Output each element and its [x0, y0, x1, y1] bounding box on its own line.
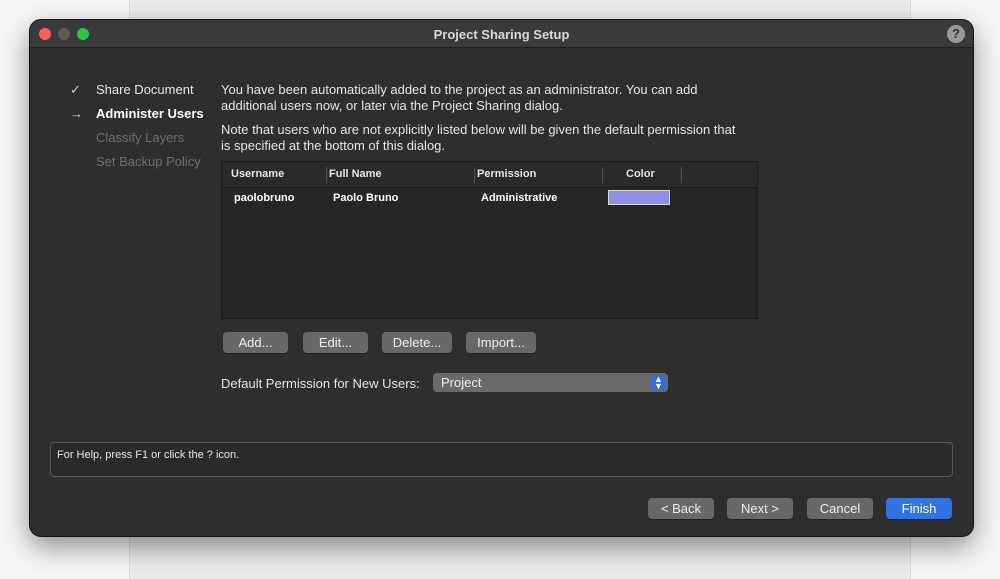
- step-label: Classify Layers: [96, 130, 185, 145]
- cell-username: paolobruno: [234, 192, 295, 204]
- table-header: Username Full Name Permission Color: [222, 162, 757, 188]
- users-table[interactable]: Username Full Name Permission Color paol…: [221, 161, 758, 319]
- column-header-username[interactable]: Username: [231, 168, 284, 180]
- help-icon[interactable]: ?: [947, 25, 965, 43]
- project-sharing-setup-dialog: Project Sharing Setup ? ✓ Share Document…: [30, 20, 973, 536]
- column-divider[interactable]: [474, 167, 475, 183]
- column-divider[interactable]: [681, 167, 682, 183]
- arrow-right-icon: →: [70, 106, 83, 121]
- column-header-full-name[interactable]: Full Name: [329, 168, 382, 180]
- step-label: Share Document: [96, 82, 194, 97]
- color-swatch[interactable]: [608, 190, 670, 205]
- column-header-color[interactable]: Color: [626, 168, 655, 180]
- back-button[interactable]: < Back: [648, 498, 714, 519]
- delete-user-button[interactable]: Delete...: [382, 332, 452, 353]
- default-permission-label: Default Permission for New Users:: [221, 376, 420, 391]
- intro-text: You have been automatically added to the…: [221, 82, 741, 162]
- column-divider[interactable]: [602, 167, 603, 183]
- edit-user-button[interactable]: Edit...: [303, 332, 368, 353]
- help-message-box: For Help, press F1 or click the ? icon.: [50, 442, 953, 477]
- column-divider[interactable]: [326, 167, 327, 183]
- next-button[interactable]: Next >: [727, 498, 793, 519]
- import-users-button[interactable]: Import...: [466, 332, 536, 353]
- default-permission-value: Project: [441, 375, 482, 390]
- chevron-up-down-icon: ▲ ▼: [651, 375, 666, 391]
- checkmark-icon: ✓: [70, 82, 81, 97]
- add-user-button[interactable]: Add...: [223, 332, 288, 353]
- step-label: Administer Users: [96, 106, 204, 121]
- finish-button[interactable]: Finish: [886, 498, 952, 519]
- cancel-button[interactable]: Cancel: [807, 498, 873, 519]
- intro-paragraph-default: Note that users who are not explicitly l…: [221, 122, 736, 153]
- intro-paragraph-admin: You have been automatically added to the…: [221, 82, 698, 113]
- help-message: For Help, press F1 or click the ? icon.: [57, 449, 240, 461]
- default-permission-select[interactable]: Project ▲ ▼: [433, 373, 668, 392]
- cell-full-name: Paolo Bruno: [333, 192, 399, 204]
- table-row[interactable]: paolobruno Paolo Bruno Administrative: [222, 189, 757, 209]
- titlebar: Project Sharing Setup ?: [30, 20, 973, 48]
- column-header-permission[interactable]: Permission: [477, 168, 536, 180]
- window-title: Project Sharing Setup: [433, 27, 570, 42]
- cell-permission: Administrative: [481, 192, 558, 204]
- step-label: Set Backup Policy: [96, 154, 201, 169]
